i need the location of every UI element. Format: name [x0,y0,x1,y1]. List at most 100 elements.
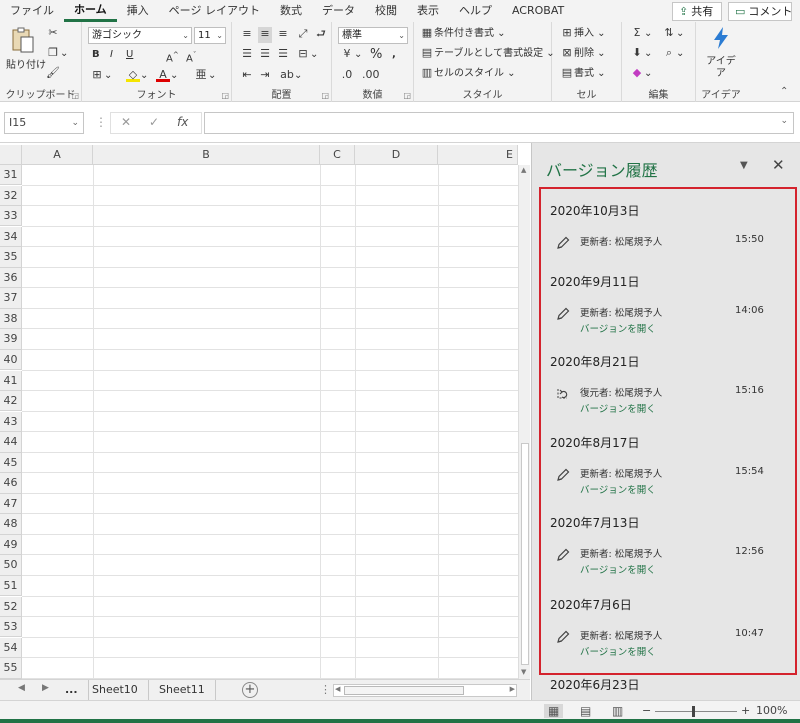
decrease-decimal-icon[interactable]: .00 [362,68,380,84]
column-header-d[interactable]: D [355,145,438,165]
row-header[interactable]: 43 [0,411,22,432]
clipboard-launcher-icon[interactable]: ◲ [71,91,79,100]
zoom-level[interactable]: 100% [756,704,787,717]
font-launcher-icon[interactable]: ◲ [221,91,229,100]
row-header[interactable]: 47 [0,493,22,515]
tab-home[interactable]: ホーム [64,0,117,22]
delete-cells-button[interactable]: ⊠ 削除 ⌄ [560,46,605,62]
format-as-table-button[interactable]: ▤ テーブルとして書式設定 ⌄ [420,46,555,62]
vertical-scrollbar[interactable]: ▲ ▼ [518,165,530,679]
tab-acrobat[interactable]: ACROBAT [502,0,574,22]
column-header-e[interactable]: E [438,145,518,165]
zoom-out-icon[interactable]: − [642,704,651,717]
insert-cells-button[interactable]: ⊞ 挿入 ⌄ [560,26,605,42]
number-format-select[interactable]: 標準 ⌄ [338,27,408,44]
font-size-select[interactable]: 11 ⌄ [194,27,226,44]
row-header[interactable]: 48 [0,514,22,535]
pane-options-icon[interactable]: ▼ [740,160,748,171]
row-header[interactable]: 40 [0,349,22,371]
tab-help[interactable]: ヘルプ [449,0,502,22]
row-header[interactable]: 35 [0,247,22,268]
column-header-b[interactable]: B [93,145,320,165]
format-cells-button[interactable]: ▤ 書式 ⌄ [560,66,606,82]
horizontal-scrollbar[interactable]: ◀ ▶ [333,684,517,697]
row-header[interactable]: 34 [0,226,22,248]
tab-file[interactable]: ファイル [0,0,64,22]
row-header[interactable]: 51 [0,576,22,597]
angle-text-icon[interactable]: ab⌄ [280,68,302,84]
grow-font-icon[interactable]: A^ [166,47,179,67]
insert-function-icon[interactable]: fx [177,115,188,129]
align-top-icon[interactable]: ≡ [240,27,254,43]
name-box[interactable]: I15 ⌄ [4,112,84,134]
align-middle-icon[interactable]: ≡ [258,27,272,43]
sheet-tab-sheet10[interactable]: Sheet10 [82,680,149,701]
vertical-scroll-thumb[interactable] [521,443,529,665]
select-all-corner[interactable] [0,145,22,165]
cell-styles-button[interactable]: ▥ セルのスタイル ⌄ [420,66,516,82]
row-header[interactable]: 52 [0,596,22,617]
row-header[interactable]: 53 [0,617,22,638]
formula-input[interactable]: ⌄ [204,112,794,134]
row-header[interactable]: 45 [0,452,22,474]
cancel-icon[interactable]: ✕ [121,115,131,129]
scroll-down-icon[interactable]: ▼ [521,668,526,676]
italic-button[interactable]: I [110,47,113,63]
row-header[interactable]: 39 [0,329,22,350]
column-header-c[interactable]: C [320,145,355,165]
row-header[interactable]: 55 [0,658,22,679]
zoom-slider-thumb[interactable] [692,706,695,717]
format-painter-icon[interactable]: 🖌 [46,66,60,82]
next-sheet-icon[interactable]: ▶ [42,683,49,693]
row-header[interactable]: 36 [0,267,22,289]
ideas-button[interactable]: アイデア [706,26,736,80]
tab-split-icon[interactable]: ⋮ [320,683,331,696]
row-header[interactable]: 32 [0,185,22,206]
fill-color-icon[interactable]: ◇ ⌄ [126,68,148,84]
alignment-launcher-icon[interactable]: ◲ [321,91,329,100]
share-button[interactable]: ⇪ 共有 [672,2,722,21]
scroll-right-icon[interactable]: ▶ [510,685,515,693]
bold-button[interactable]: B [92,47,100,63]
scroll-left-icon[interactable]: ◀ [335,685,340,693]
currency-icon[interactable]: ¥ ⌄ [340,47,363,63]
row-header[interactable]: 41 [0,370,22,391]
page-layout-view-icon[interactable]: ▤ [580,704,591,718]
row-header[interactable]: 33 [0,206,22,227]
align-right-icon[interactable]: ☰ [276,47,290,63]
row-header[interactable]: 38 [0,308,22,330]
merge-icon[interactable]: ⊟ ⌄ [296,47,318,63]
prev-sheet-icon[interactable]: ◀ [18,683,25,693]
percent-button[interactable]: % [370,47,382,63]
align-left-icon[interactable]: ☰ [240,47,254,63]
row-header[interactable]: 46 [0,473,22,494]
page-break-view-icon[interactable]: ▥ [612,704,623,718]
paste-button[interactable]: 貼り付け [6,26,46,72]
spreadsheet-grid[interactable]: A B C D E 31 32 33 34 35 36 37 38 39 40 41 42 43 44 45… [0,145,530,679]
clear-icon[interactable]: ◆ ⌄ [630,66,653,82]
find-icon[interactable]: ⌕ ⌄ [662,46,684,62]
row-header[interactable]: 31 [0,165,22,186]
tab-data[interactable]: データ [312,0,365,22]
tab-page-layout[interactable]: ページ レイアウト [159,0,270,22]
horizontal-scroll-thumb[interactable] [344,686,464,695]
add-sheet-icon[interactable]: + [242,682,258,698]
zoom-in-icon[interactable]: + [741,704,750,717]
wrap-text-icon[interactable]: ⮐ [314,27,328,43]
orientation-icon[interactable]: ⤢ [296,27,310,43]
shrink-font-icon[interactable]: Aˇ [186,47,196,67]
row-header[interactable]: 44 [0,432,22,453]
phonetic-icon[interactable]: 亜 ⌄ [194,68,217,84]
tab-formulas[interactable]: 数式 [270,0,312,22]
scroll-up-icon[interactable]: ▲ [521,166,526,174]
borders-icon[interactable]: ⊞ ⌄ [90,68,112,84]
font-name-select[interactable]: 游ゴシック ⌄ [88,27,192,44]
sheet-tab-sheet11[interactable]: Sheet11 [149,680,216,701]
align-center-icon[interactable]: ☰ [258,47,272,63]
collapse-ribbon-icon[interactable]: ⌃ [780,86,788,97]
underline-button[interactable]: U [126,47,133,63]
fill-icon[interactable]: ⬇ ⌄ [630,46,652,62]
sort-filter-icon[interactable]: ⇅ ⌄ [662,26,684,42]
row-header[interactable]: 54 [0,637,22,659]
row-header[interactable]: 42 [0,391,22,412]
